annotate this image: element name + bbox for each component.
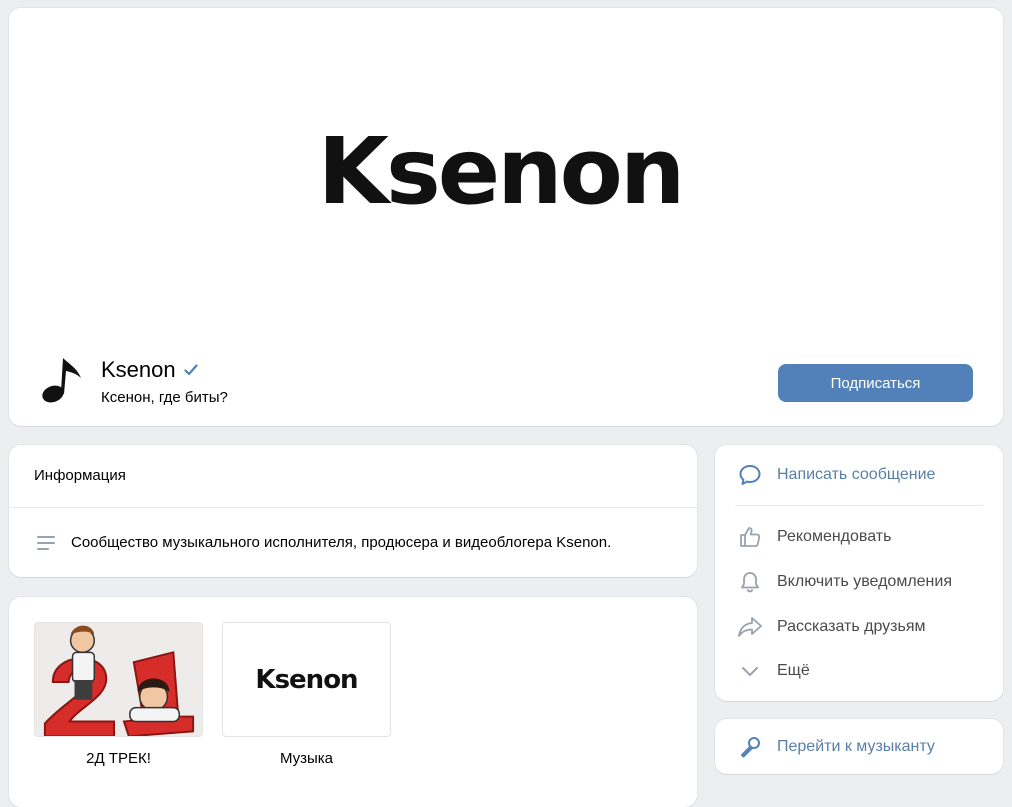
chevron-down-icon [737, 658, 763, 684]
cartoon-thumbnail[interactable] [34, 622, 203, 737]
bell-icon [737, 569, 763, 595]
link-caption: Музыка [279, 750, 334, 767]
link-tile-2d-track[interactable]: 2Д ТРЕК! [34, 622, 203, 767]
cover-logo: Ksenon [317, 117, 686, 225]
verified-check-icon [184, 364, 198, 376]
recommend-action[interactable]: Рекомендовать [737, 522, 891, 552]
musician-card: Перейти к музыканту [715, 719, 1003, 774]
action-label: Рассказать друзьям [777, 618, 926, 635]
more-action[interactable]: Ещё [737, 656, 810, 686]
thumbnail-logo: Ksenon [255, 664, 358, 695]
info-description: Сообщество музыкального исполнителя, про… [71, 534, 612, 551]
share-action[interactable]: Рассказать друзьям [737, 612, 926, 642]
info-card: Информация Сообщество музыкального испол… [9, 445, 697, 577]
microphone-icon [737, 734, 763, 760]
subscribe-button[interactable]: Подписаться [778, 364, 973, 402]
avatar[interactable] [33, 352, 89, 408]
info-title: Информация [34, 467, 126, 484]
action-label: Ещё [777, 662, 810, 679]
go-to-musician-action[interactable]: Перейти к музыканту [737, 732, 935, 762]
divider [9, 507, 697, 508]
link-tile-music[interactable]: Ksenon Музыка [222, 622, 391, 767]
thumbs-up-icon [737, 524, 763, 550]
message-icon [737, 462, 763, 488]
group-name: Ksenon [101, 357, 176, 382]
action-label: Рекомендовать [777, 528, 892, 545]
group-header-card: Ksenon Ksenon Ксенон, где биты? Подписат… [9, 8, 1003, 426]
actions-card: Написать сообщение Рекомендовать Включит… [715, 445, 1003, 701]
action-label: Перейти к музыканту [777, 738, 935, 755]
music-note-icon [42, 358, 81, 403]
link-caption: 2Д ТРЕК! [86, 750, 151, 767]
description-lines-icon [37, 534, 57, 557]
share-arrow-icon [737, 614, 763, 640]
divider [735, 505, 983, 506]
group-status: Ксенон, где биты? [101, 389, 228, 406]
notifications-action[interactable]: Включить уведомления [737, 567, 952, 597]
music-thumbnail[interactable]: Ksenon [222, 622, 391, 737]
group-cover: Ksenon [9, 8, 1003, 338]
action-label: Написать сообщение [777, 466, 936, 483]
write-message-action[interactable]: Написать сообщение [737, 460, 935, 490]
links-card: 2Д ТРЕК! Ksenon Музыка [9, 597, 697, 807]
action-label: Включить уведомления [777, 573, 952, 590]
